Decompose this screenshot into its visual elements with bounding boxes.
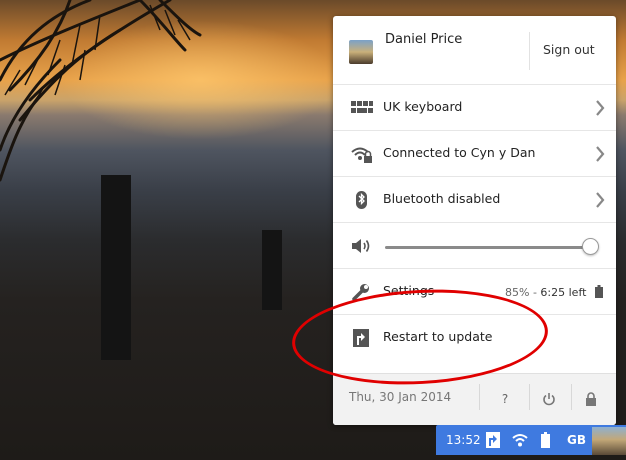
chevron-right-icon bbox=[596, 146, 605, 162]
user-name: Daniel Price bbox=[385, 32, 463, 47]
chevron-right-icon bbox=[596, 192, 605, 208]
palm-fronds bbox=[0, 0, 202, 182]
tray-footer: Thu, 30 Jan 2014 ? bbox=[333, 373, 616, 425]
sign-out-button[interactable]: Sign out bbox=[543, 42, 595, 57]
battery-time-left: 6:25 left bbox=[540, 286, 587, 299]
bluetooth-icon bbox=[351, 190, 373, 210]
wifi-icon[interactable] bbox=[512, 433, 528, 447]
locale-label[interactable]: GB bbox=[567, 433, 586, 447]
wrench-icon bbox=[351, 282, 373, 302]
divider bbox=[479, 384, 480, 410]
wifi-locked-icon bbox=[351, 144, 373, 164]
restart-to-update-row[interactable]: Restart to update bbox=[333, 314, 616, 360]
bluetooth-row[interactable]: Bluetooth disabled bbox=[333, 176, 616, 222]
lock-icon bbox=[586, 392, 596, 406]
bluetooth-label: Bluetooth disabled bbox=[383, 191, 501, 206]
keyboard-icon bbox=[351, 98, 373, 118]
battery-percent: 85% bbox=[505, 286, 530, 299]
restart-to-update-label: Restart to update bbox=[383, 329, 493, 344]
date-label[interactable]: Thu, 30 Jan 2014 bbox=[349, 390, 451, 404]
settings-row[interactable]: Settings 85% - 6:25 left bbox=[333, 268, 616, 314]
power-icon bbox=[543, 393, 555, 406]
chevron-right-icon bbox=[596, 100, 605, 116]
network-row[interactable]: Connected to Cyn y Dan bbox=[333, 130, 616, 176]
shelf-clock[interactable]: 13:52 bbox=[446, 433, 481, 447]
volume-slider-track[interactable] bbox=[385, 246, 595, 249]
update-arrow-icon[interactable] bbox=[486, 432, 500, 448]
help-button[interactable]: ? bbox=[487, 384, 523, 414]
settings-label: Settings bbox=[383, 283, 435, 298]
battery-status: 85% - 6:25 left bbox=[505, 286, 586, 299]
user-row: Daniel Price Sign out bbox=[333, 16, 616, 84]
keyboard-row[interactable]: UK keyboard bbox=[333, 84, 616, 130]
system-tray-menu: Daniel Price Sign out UK keyboard Connec… bbox=[333, 16, 616, 425]
divider bbox=[571, 384, 572, 410]
speaker-icon[interactable] bbox=[351, 236, 373, 256]
shelf-status-area[interactable]: 13:52 GB bbox=[436, 425, 626, 455]
update-arrow-icon bbox=[351, 328, 373, 348]
user-avatar bbox=[349, 40, 373, 64]
battery-separator: - bbox=[529, 286, 541, 299]
pier-post bbox=[101, 175, 131, 360]
divider bbox=[529, 384, 530, 410]
power-button[interactable] bbox=[531, 384, 567, 414]
divider bbox=[529, 32, 530, 70]
volume-row bbox=[333, 222, 616, 268]
lock-button[interactable] bbox=[573, 384, 609, 414]
shelf-user-avatar[interactable] bbox=[592, 427, 626, 455]
battery-icon bbox=[595, 285, 603, 298]
volume-slider-handle[interactable] bbox=[582, 238, 600, 255]
keyboard-label: UK keyboard bbox=[383, 99, 463, 114]
network-label: Connected to Cyn y Dan bbox=[383, 145, 536, 160]
help-label: ? bbox=[501, 392, 509, 406]
pier-post bbox=[262, 230, 282, 310]
battery-icon[interactable] bbox=[541, 432, 550, 448]
